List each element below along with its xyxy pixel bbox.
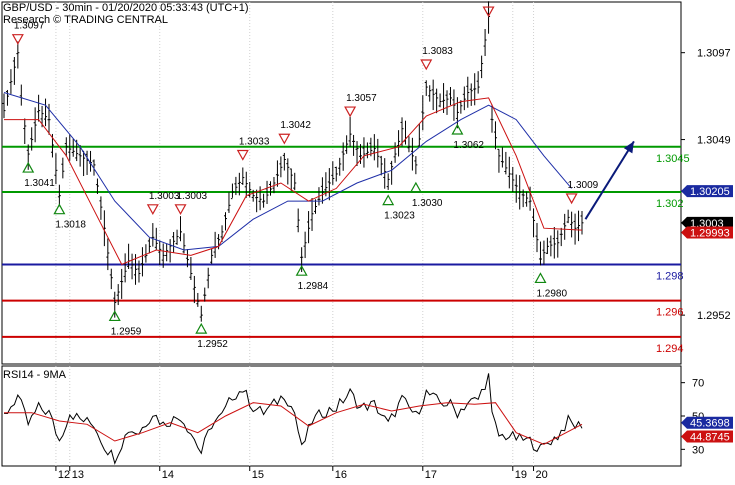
swing-low-label: 1.3018 [55,220,86,231]
chart-title: GBP/USD - 30min - 01/20/2020 05:33:43 (U… [3,2,248,14]
chart-root: 1.3097 1.3049 1.3003 1.2952 1.3045 1.302 1.298… [0,0,735,481]
level-label: 1.298 [656,270,684,282]
swing-low-label: 1.3030 [412,198,443,209]
x-tick-label: 15 [252,469,264,480]
rsi-y-tick-label: 30 [692,444,704,456]
x-tick-label: 13 [72,469,84,480]
level-label: 1.296 [656,307,684,319]
x-tick-label: 20 [536,469,548,480]
swing-high-label: 1.3042 [280,120,311,131]
chart-subtitle: Research © TRADING CENTRAL [3,14,168,26]
swing-high-label: 1.3033 [239,137,270,148]
y-tick-label: 1.3049 [697,135,731,147]
x-tick-label: 12 [58,469,70,480]
y-tick-label: 1.2952 [697,310,731,322]
swing-high-label: 1.3003 [177,191,208,202]
x-tick-label: 19 [515,469,527,480]
swing-low-label: 1.3041 [24,178,55,189]
price-tag-label: 1.30205 [690,186,730,198]
y-tick-label: 1.3097 [697,48,731,60]
rsi-title: RSI14 - 9MA [3,369,67,381]
swing-low-label: 1.2984 [298,281,329,292]
swing-low-label: 1.2952 [197,339,228,350]
rsi-y-tick-label: 70 [692,378,704,390]
swing-low-label: 1.3023 [384,211,415,222]
swing-low-label: 1.2980 [536,288,567,299]
swing-low-label: 1.3062 [453,140,484,151]
swing-high-label: 1.3003 [149,191,180,202]
price-chart: 1.3097 1.3049 1.3003 1.2952 1.3045 1.302 1.298… [0,0,735,481]
level-label: 1.3045 [656,153,690,165]
level-label: 1.294 [656,343,684,355]
x-tick-label: 16 [335,469,347,480]
rsi-tag-label: 44.8745 [690,432,730,444]
x-tick-label: 14 [162,469,174,480]
price-tag-label: 1.29993 [690,228,730,240]
level-label: 1.302 [656,198,684,210]
x-tick-label: 17 [425,469,437,480]
swing-low-label: 1.2959 [111,326,142,337]
background [0,0,735,480]
swing-high-label: 1.3083 [422,46,453,57]
swing-high-label: 1.3009 [568,180,599,191]
rsi-tag-label: 45.3698 [690,418,730,430]
swing-high-label: 1.3057 [346,93,377,104]
